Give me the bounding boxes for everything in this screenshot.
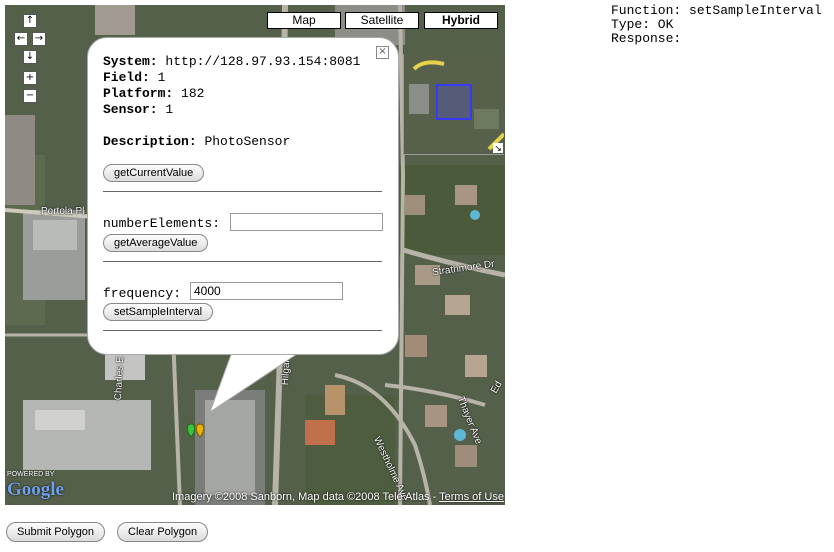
marker-green	[186, 423, 196, 438]
platform-value: 182	[181, 86, 205, 101]
status-function-line: Function: setSampleInterval	[611, 3, 822, 18]
system-label: System:	[103, 54, 158, 69]
pan-up-button[interactable]: ↑	[23, 14, 37, 28]
number-elements-label: numberElements:	[103, 216, 221, 231]
road-label-portola: Portola Pl	[41, 206, 85, 217]
overview-toggle-icon[interactable]: ↘	[493, 143, 503, 153]
submit-polygon-button[interactable]: Submit Polygon	[6, 522, 106, 542]
pan-left-button[interactable]: ←	[14, 32, 28, 46]
description-value: PhotoSensor	[204, 134, 291, 149]
overview-map[interactable]: ↘	[403, 54, 504, 155]
get-current-value-button[interactable]: getCurrentValue	[103, 164, 205, 182]
get-average-value-button[interactable]: getAverageValue	[103, 234, 209, 252]
terms-of-use-link[interactable]: Terms of Use	[439, 491, 504, 503]
marker-yellow	[195, 423, 205, 438]
zoom-out-button[interactable]: −	[23, 89, 37, 103]
status-type-line: Type: OK	[611, 17, 674, 32]
system-value: http://128.97.93.154:8081	[165, 54, 361, 69]
set-sample-interval-button[interactable]: setSampleInterval	[103, 303, 214, 321]
sensor-info-window: × System: http://128.97.93.154:8081 Fiel…	[87, 37, 399, 355]
platform-label: Platform:	[103, 86, 174, 101]
map-type-satellite-button[interactable]: Satellite	[345, 12, 419, 29]
frequency-label: frequency:	[103, 286, 182, 301]
map-attribution: Imagery ©2008 Sanborn, Map data ©2008 Te…	[172, 491, 504, 503]
google-logo: Google	[7, 479, 64, 500]
pan-right-button[interactable]: →	[32, 32, 46, 46]
zoom-in-button[interactable]: +	[23, 71, 37, 85]
system-row: System: http://128.97.93.154:8081	[103, 54, 360, 69]
sensor-value: 1	[165, 102, 174, 117]
map-type-hybrid-button[interactable]: Hybrid	[424, 12, 498, 29]
description-label: Description:	[103, 134, 197, 149]
field-label: Field:	[103, 70, 150, 85]
sensor-row: Sensor: 1	[103, 102, 173, 117]
pan-down-button[interactable]: ↓	[23, 50, 37, 64]
description-row: Description: PhotoSensor	[103, 134, 290, 149]
sensor-markers[interactable]	[185, 423, 215, 445]
divider	[103, 330, 382, 331]
sensor-label: Sensor:	[103, 102, 158, 117]
frequency-input[interactable]	[190, 282, 343, 300]
map-type-map-button[interactable]: Map	[267, 12, 341, 29]
close-icon[interactable]: ×	[376, 46, 389, 59]
clear-polygon-button[interactable]: Clear Polygon	[117, 522, 209, 542]
status-response-line: Response:	[611, 31, 682, 46]
powered-by-text: POWERED BY	[7, 471, 55, 478]
overview-viewport[interactable]	[436, 84, 472, 120]
number-elements-input[interactable]	[230, 213, 383, 231]
platform-row: Platform: 182	[103, 86, 204, 101]
field-row: Field: 1	[103, 70, 165, 85]
divider	[103, 261, 382, 262]
field-value: 1	[157, 70, 166, 85]
attribution-text: Imagery ©2008 Sanborn, Map data ©2008 Te…	[172, 491, 440, 503]
status-output: Function: setSampleInterval Type: OK Respo…	[611, 4, 822, 46]
divider	[103, 191, 382, 192]
